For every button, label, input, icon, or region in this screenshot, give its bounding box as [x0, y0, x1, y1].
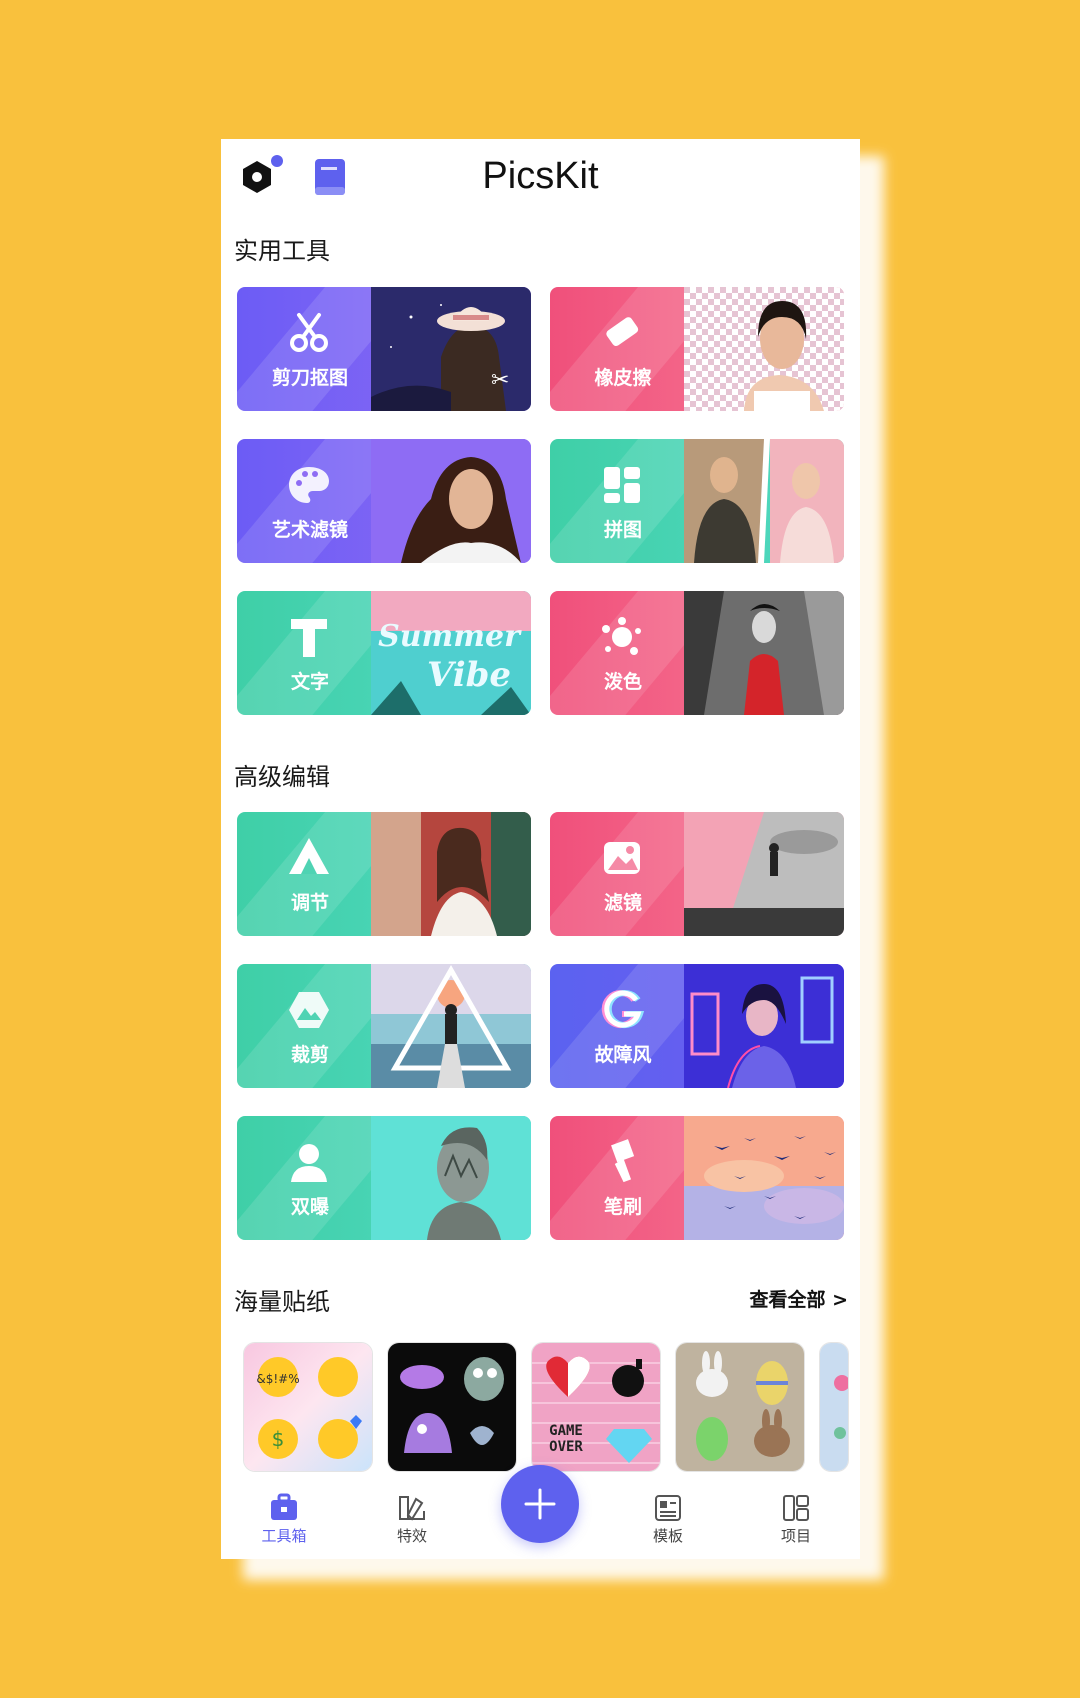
nav-label: 项目 [780, 1527, 811, 1545]
tool-card-eraser[interactable]: 橡皮擦 [550, 287, 844, 411]
tool-card-cutout[interactable]: ✂ 剪刀抠图 [237, 287, 531, 411]
sticker-pack-emoji[interactable]: &$!#% $ [243, 1342, 373, 1472]
effects-icon [399, 1496, 425, 1521]
edit-card-glitch[interactable]: 故障风 [550, 964, 844, 1088]
create-plus-button[interactable] [501, 1465, 579, 1543]
filter-icon [598, 834, 646, 882]
crop-preview-image [371, 964, 531, 1088]
edit-card-double-exposure[interactable]: 双曝 [237, 1116, 531, 1240]
nav-label: 特效 [396, 1527, 427, 1545]
collage-icon [598, 461, 646, 509]
svg-text:$: $ [272, 1427, 285, 1451]
edit-card-crop[interactable]: 裁剪 [237, 964, 531, 1088]
section-title-stickers: 海量贴纸 [234, 1288, 330, 1316]
nav-label: 模板 [652, 1527, 683, 1545]
toolbox-icon [271, 1493, 297, 1520]
double-exposure-preview-image [371, 1116, 531, 1240]
tool-label: 剪刀抠图 [271, 367, 348, 389]
sticker-pack-partial[interactable] [819, 1342, 849, 1472]
eraser-preview-image [684, 287, 844, 411]
tool-card-art-filter[interactable]: 艺术滤镜 [237, 439, 531, 563]
edit-card-filter[interactable]: 滤镜 [550, 812, 844, 936]
scissors-icon [285, 309, 333, 357]
text-preview-image: Summer Vibe [371, 591, 531, 715]
eraser-icon [598, 309, 646, 357]
splash-preview-image [684, 591, 844, 715]
adjust-icon [285, 834, 333, 882]
sticker-pack-pixel[interactable]: GAME OVER [531, 1342, 661, 1472]
template-icon [655, 1495, 681, 1521]
glitch-preview-image [684, 964, 844, 1088]
glitch-icon [598, 986, 646, 1034]
collage-preview-image [684, 439, 844, 563]
section-title-advanced: 高级编辑 [234, 763, 330, 791]
nav-label: 工具箱 [261, 1527, 307, 1545]
filter-preview-image [684, 812, 844, 936]
section-title-tools: 实用工具 [234, 237, 330, 265]
project-icon [783, 1495, 809, 1521]
sticker-pack-easter[interactable] [675, 1342, 805, 1472]
svg-text:✂: ✂ [491, 368, 509, 393]
nav-project[interactable]: 项目 [751, 1493, 841, 1546]
summer-text: Summer [378, 619, 522, 654]
double-exposure-icon [285, 1138, 333, 1186]
adjust-preview-image [371, 812, 531, 936]
brush-preview-image [684, 1116, 844, 1240]
tool-card-text[interactable]: Summer Vibe 文字 [237, 591, 531, 715]
splash-icon [598, 613, 646, 661]
emoji-curse-text: &$!#% [256, 1372, 299, 1386]
edit-label: 故障风 [594, 1044, 652, 1066]
nav-template[interactable]: 模板 [623, 1493, 713, 1546]
crop-icon [285, 986, 333, 1034]
edit-card-brush[interactable]: 笔刷 [550, 1116, 844, 1240]
tool-card-collage[interactable]: 拼图 [550, 439, 844, 563]
over-text: OVER [549, 1439, 583, 1455]
edit-label: 调节 [290, 892, 329, 914]
tool-label: 泼色 [603, 671, 642, 693]
tool-label: 艺术滤镜 [271, 519, 348, 541]
tool-label: 文字 [290, 671, 329, 693]
tool-label: 橡皮擦 [594, 367, 652, 389]
game-text: GAME [549, 1423, 583, 1439]
tool-label: 拼图 [603, 519, 642, 541]
edit-label: 笔刷 [603, 1196, 642, 1218]
edit-card-adjust[interactable]: 调节 [237, 812, 531, 936]
see-all-link[interactable]: 查看全部 > [749, 1285, 848, 1312]
plus-icon [524, 1488, 556, 1520]
header: PicsKit [221, 139, 860, 221]
app-title: PicsKit [482, 155, 599, 197]
palette-icon [285, 461, 333, 509]
art-filter-preview-image [371, 439, 531, 563]
brush-icon [598, 1138, 646, 1186]
phone-screen: PicsKit 实用工具 ✂ 剪刀抠图 橡皮擦 艺术滤镜 拼图 Summer V… [221, 139, 860, 1559]
text-icon [285, 613, 333, 661]
edit-label: 双曝 [290, 1196, 329, 1218]
cutout-preview-image: ✂ [371, 287, 531, 411]
tool-card-splash[interactable]: 泼色 [550, 591, 844, 715]
nav-effects[interactable]: 特效 [367, 1493, 457, 1546]
edit-label: 滤镜 [603, 892, 642, 914]
nav-toolbox[interactable]: 工具箱 [239, 1493, 329, 1546]
sticker-pack-chrome[interactable] [387, 1342, 517, 1472]
vibe-text: Vibe [427, 655, 511, 695]
edit-label: 裁剪 [290, 1044, 329, 1066]
